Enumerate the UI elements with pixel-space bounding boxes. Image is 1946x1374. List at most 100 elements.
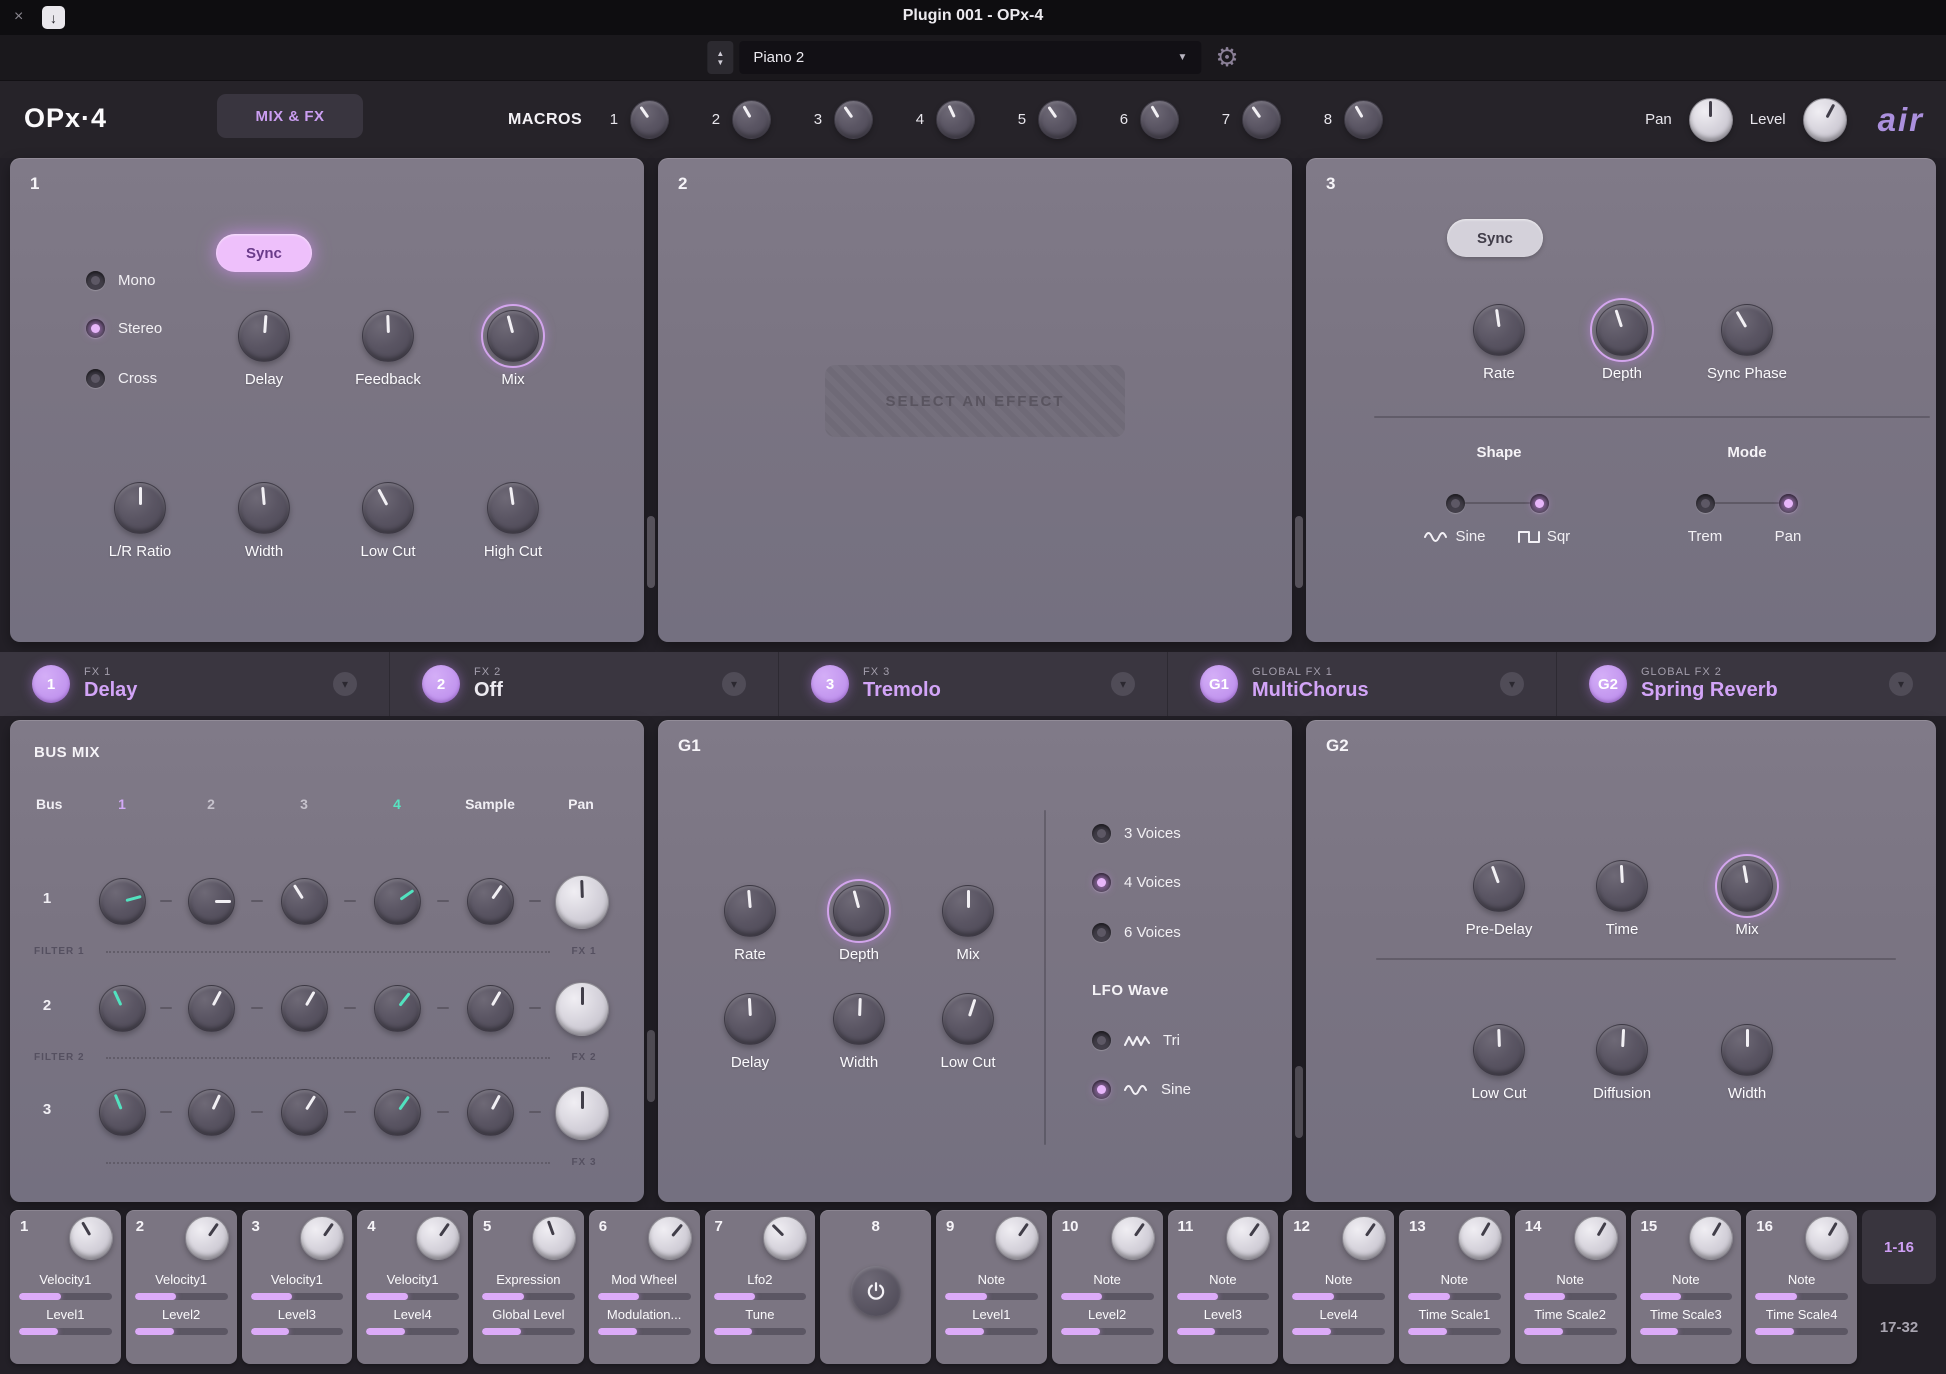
level-bar[interactable] xyxy=(250,1328,344,1335)
macro-cell-3[interactable]: 3 Velocity1 Level3 xyxy=(241,1210,353,1364)
cell-knob[interactable] xyxy=(1573,1216,1618,1260)
level-bar[interactable] xyxy=(597,1293,691,1300)
level-bar[interactable] xyxy=(1060,1328,1154,1335)
width-knob[interactable] xyxy=(238,482,290,534)
time-knob-group[interactable]: Time xyxy=(1562,860,1682,938)
mode-pan-radio[interactable] xyxy=(1779,494,1798,513)
page-1-16-button[interactable]: 1-16 xyxy=(1862,1210,1936,1284)
chevron-down-icon[interactable]: ▾ xyxy=(1889,672,1913,696)
pan-option[interactable]: Pan xyxy=(1738,528,1838,545)
level-bar[interactable] xyxy=(1523,1293,1617,1300)
macro-cell-1[interactable]: 1 Velocity1 Level1 xyxy=(10,1210,121,1364)
fx-slot-3[interactable]: 3 FX 3 Tremolo ▾ xyxy=(778,652,1167,716)
low-cut-knob[interactable] xyxy=(1473,1024,1525,1076)
macro-cell-4[interactable]: 4 Velocity1 Level4 xyxy=(357,1210,468,1364)
shape-sine-radio[interactable] xyxy=(1446,494,1465,513)
macro-4-knob[interactable] xyxy=(936,100,976,139)
rate-knob[interactable] xyxy=(1473,304,1525,356)
level-bar[interactable] xyxy=(366,1293,459,1300)
panel-scroll-handle[interactable] xyxy=(647,1030,655,1102)
cell-knob[interactable] xyxy=(300,1216,345,1260)
delay-knob-group[interactable]: Delay xyxy=(204,310,324,388)
width-knob-group[interactable]: Width xyxy=(799,993,919,1071)
level-bar[interactable] xyxy=(250,1293,344,1300)
bus1-send1-knob[interactable] xyxy=(99,878,146,925)
depth-knob[interactable] xyxy=(827,879,891,943)
mix-knob[interactable] xyxy=(481,304,545,368)
bus2-pan-knob[interactable] xyxy=(555,982,609,1036)
sync-button[interactable]: Sync xyxy=(216,234,312,272)
low-cut-knob-group[interactable]: Low Cut xyxy=(908,993,1028,1071)
cell-knob[interactable] xyxy=(1342,1216,1386,1260)
lfo-tri-radio[interactable]: Tri xyxy=(1092,1031,1180,1050)
level-bar[interactable] xyxy=(1176,1293,1270,1300)
macro-6[interactable]: 6 xyxy=(1114,100,1216,139)
voices-4-radio[interactable]: 4 Voices xyxy=(1092,873,1181,892)
level-bar[interactable] xyxy=(1292,1328,1385,1335)
level-bar[interactable] xyxy=(1060,1293,1154,1300)
col-header-2[interactable]: 2 xyxy=(181,796,241,812)
macro-cell-6[interactable]: 6 Mod Wheel Modulation... xyxy=(588,1210,700,1364)
mix-knob-group[interactable]: Mix xyxy=(1687,854,1807,938)
bus1-send2-knob[interactable] xyxy=(188,878,235,925)
macro-2[interactable]: 2 xyxy=(706,100,808,139)
mix-knob[interactable] xyxy=(1715,854,1779,918)
macro-5[interactable]: 5 xyxy=(1012,100,1114,139)
low-cut-knob-group[interactable]: Low Cut xyxy=(1439,1024,1559,1102)
feedback-knob[interactable] xyxy=(362,310,414,362)
level-bar[interactable] xyxy=(482,1328,575,1335)
mix-knob[interactable] xyxy=(942,885,994,937)
fx-slot-1[interactable]: 1 FX 1 Delay ▾ xyxy=(0,652,389,716)
col-header-4[interactable]: 4 xyxy=(367,796,427,812)
macro-5-knob[interactable] xyxy=(1038,100,1078,139)
macro-cell-8[interactable]: 8 xyxy=(820,1210,931,1364)
radio-circle[interactable] xyxy=(1092,873,1111,892)
macro-1-knob[interactable] xyxy=(630,100,670,139)
delay-knob[interactable] xyxy=(724,993,776,1045)
voices-6-radio[interactable]: 6 Voices xyxy=(1092,923,1181,942)
preset-dropdown[interactable]: Piano 2 ▼ xyxy=(739,41,1202,74)
depth-knob[interactable] xyxy=(1590,298,1654,362)
level-bar[interactable] xyxy=(134,1328,228,1335)
chevron-down-icon[interactable]: ▾ xyxy=(1500,672,1524,696)
mode-trem-radio[interactable] xyxy=(1696,494,1715,513)
chevron-down-icon[interactable]: ▾ xyxy=(1111,672,1135,696)
bus2-send2-knob[interactable] xyxy=(188,985,235,1032)
panel-scroll-handle[interactable] xyxy=(1295,1066,1303,1138)
high-cut-knob-group[interactable]: High Cut xyxy=(453,482,573,560)
macro-2-knob[interactable] xyxy=(732,100,772,139)
level-bar[interactable] xyxy=(597,1328,691,1335)
macro-3-knob[interactable] xyxy=(834,100,874,139)
radio-circle[interactable] xyxy=(1092,1031,1111,1050)
macro-cell-12[interactable]: 12 Note Level4 xyxy=(1283,1210,1394,1364)
col-header-3[interactable]: 3 xyxy=(274,796,334,812)
bus1-send4-knob[interactable] xyxy=(374,878,421,925)
radio-circle[interactable] xyxy=(86,271,105,290)
bus2-sample-knob[interactable] xyxy=(467,985,514,1032)
macro-cell-2[interactable]: 2 Velocity1 Level2 xyxy=(125,1210,237,1364)
mix-fx-page-button[interactable]: MIX & FX xyxy=(217,94,363,138)
fx-slot-2[interactable]: 2 FX 2 Off ▾ xyxy=(389,652,778,716)
cell-knob[interactable] xyxy=(531,1216,576,1260)
bus3-send3-knob[interactable] xyxy=(281,1089,328,1136)
bus3-send4-knob[interactable] xyxy=(374,1089,421,1136)
stepper-down-icon[interactable]: ▼ xyxy=(716,58,724,67)
low-cut-knob-group[interactable]: Low Cut xyxy=(328,482,448,560)
col-header-1[interactable]: 1 xyxy=(92,796,152,812)
delay-knob-group[interactable]: Delay xyxy=(690,993,810,1071)
bus1-sample-knob[interactable] xyxy=(467,878,514,925)
panel-scroll-handle[interactable] xyxy=(647,516,655,588)
cell-knob[interactable] xyxy=(1457,1216,1502,1260)
level-bar[interactable] xyxy=(713,1293,807,1300)
bus1-send3-knob[interactable] xyxy=(281,878,328,925)
high-cut-knob[interactable] xyxy=(487,482,539,534)
diffusion-knob[interactable] xyxy=(1596,1024,1648,1076)
cross-radio[interactable]: Cross xyxy=(86,369,157,388)
time-knob[interactable] xyxy=(1596,860,1648,912)
radio-circle[interactable] xyxy=(86,319,105,338)
macro-4[interactable]: 4 xyxy=(910,100,1012,139)
level-bar[interactable] xyxy=(1292,1293,1385,1300)
level-bar[interactable] xyxy=(945,1293,1038,1300)
bus1-pan-knob[interactable] xyxy=(555,875,609,929)
radio-circle[interactable] xyxy=(86,369,105,388)
